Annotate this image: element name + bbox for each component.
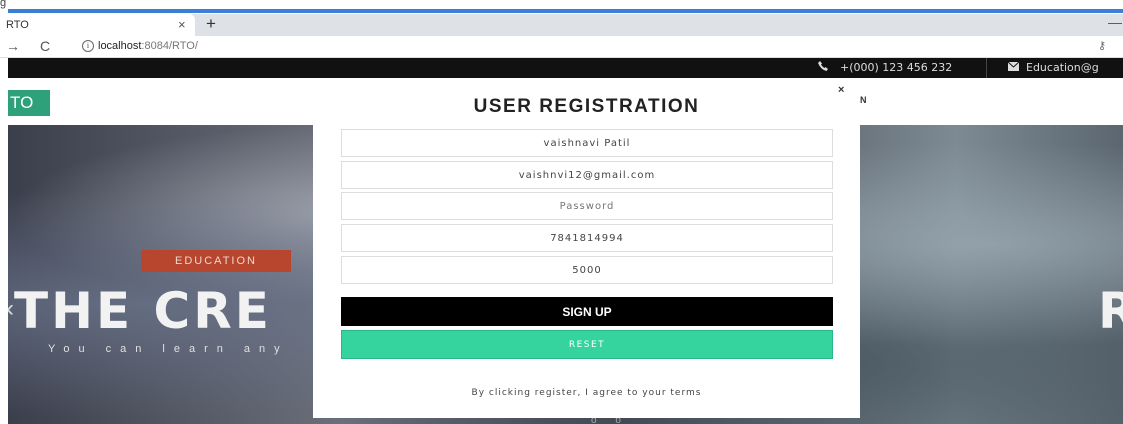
active-window-accent <box>8 9 1123 13</box>
modal-title: USER REGISTRATION <box>473 96 700 117</box>
url-path: :8084/RTO/ <box>141 40 198 52</box>
hero-subtitle: You can learn any <box>48 343 289 355</box>
contact-email[interactable]: Education@g <box>1026 61 1099 74</box>
reload-icon[interactable]: C <box>40 38 50 54</box>
hero-title: THE CRE <box>14 282 272 340</box>
forward-arrow-icon[interactable]: → <box>6 38 20 54</box>
contact-phone: +(000) 123 456 232 <box>840 61 953 74</box>
password-field[interactable] <box>341 192 833 220</box>
amount-field[interactable] <box>341 256 833 284</box>
mail-icon <box>1007 61 1020 74</box>
education-badge: EDUCATION <box>141 250 291 272</box>
sign-up-button[interactable]: SIGN UP <box>341 297 833 326</box>
contact-bar: +(000) 123 456 232 Education@g <box>8 58 1123 78</box>
contact-divider <box>986 58 987 78</box>
browser-tab[interactable]: RTO × <box>0 14 195 36</box>
nav-link-partial[interactable]: N <box>860 95 867 105</box>
registration-modal: × USER REGISTRATION SIGN UP RESET By cli… <box>313 78 860 418</box>
email-field[interactable] <box>341 161 833 189</box>
site-info-icon[interactable]: i <box>82 40 94 52</box>
tab-bar: RTO × + — <box>0 14 1123 36</box>
minimize-icon[interactable]: — <box>1108 14 1122 30</box>
close-icon[interactable]: × <box>838 84 844 96</box>
tab-title: RTO <box>6 19 29 31</box>
corner-letter: g <box>0 0 7 9</box>
address-bar: → C i localhost:8084/RTO/ ⚷ <box>0 36 1123 58</box>
site-logo[interactable]: TO <box>8 90 50 116</box>
window-top-edge: g <box>0 0 1123 14</box>
tab-close-icon[interactable]: × <box>178 17 186 32</box>
name-field[interactable] <box>341 129 833 157</box>
reset-button[interactable]: RESET <box>341 330 833 359</box>
phone-icon <box>818 61 828 74</box>
url-field[interactable]: localhost:8084/RTO/ <box>98 40 198 52</box>
url-host: localhost <box>98 40 142 52</box>
new-tab-icon[interactable]: + <box>206 15 216 33</box>
hero-title-right-fragment: R <box>1098 282 1123 340</box>
terms-text: By clicking register, I agree to your te… <box>471 388 702 398</box>
phone-field[interactable] <box>341 224 833 252</box>
key-icon[interactable]: ⚷ <box>1098 39 1106 52</box>
